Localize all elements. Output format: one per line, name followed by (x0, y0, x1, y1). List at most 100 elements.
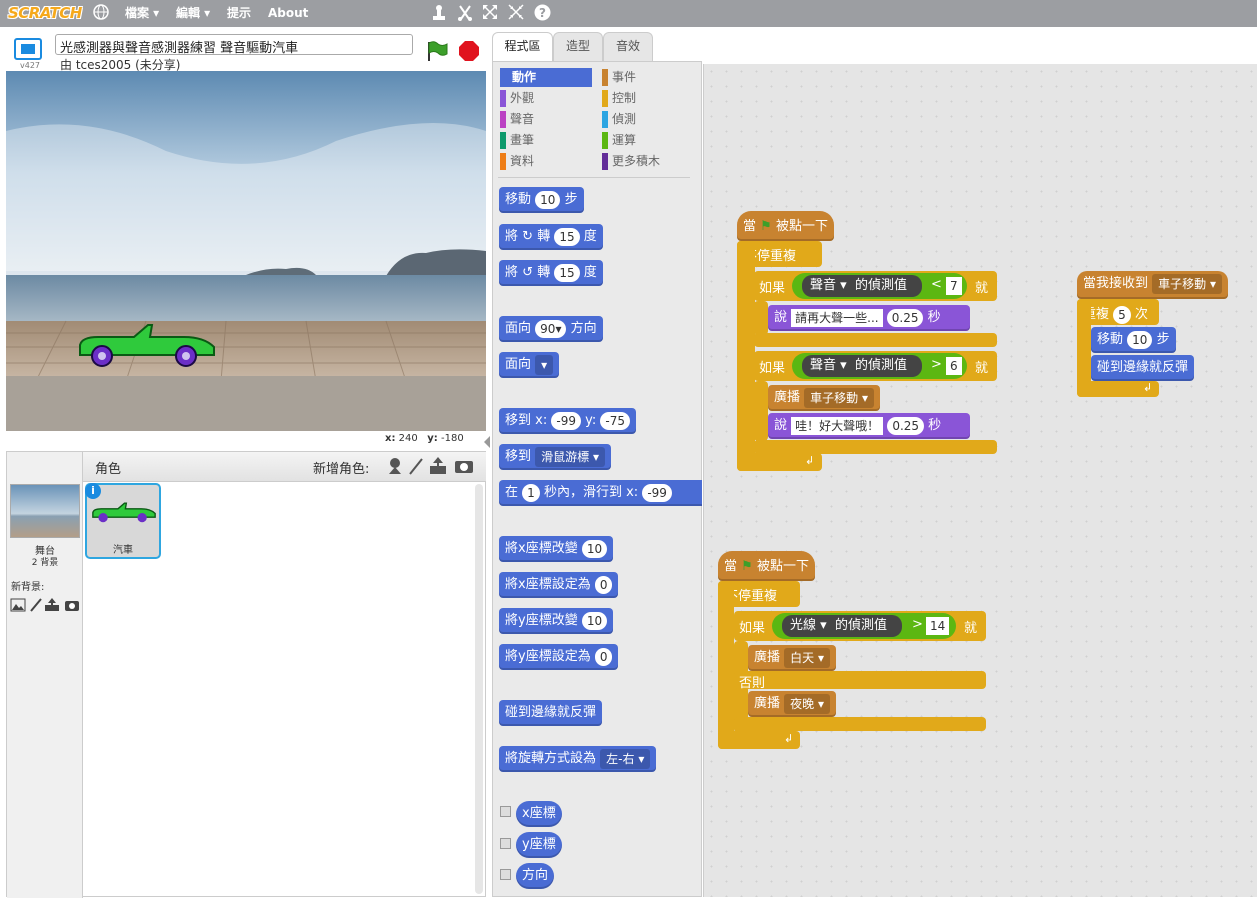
y-position-reporter[interactable]: y座標 (516, 832, 562, 858)
say-for-secs-block-2[interactable]: 說 哇！好大聲哦！ 0.25 秒 (768, 413, 970, 439)
rotation-style-block[interactable]: 將旋轉方式設為 左-右 ▾ (499, 746, 657, 772)
new-backdrop-label: 新背景: (11, 582, 45, 593)
category-looks[interactable]: 外觀 (500, 89, 592, 108)
duplicate-stamp-icon[interactable] (431, 4, 449, 22)
shrink-icon[interactable] (508, 4, 526, 22)
stage[interactable] (6, 71, 486, 431)
set-y-block[interactable]: 將y座標設定為 0 (499, 644, 619, 670)
category-control[interactable]: 控制 (602, 89, 694, 108)
upload-backdrop-icon[interactable] (44, 598, 60, 616)
category-sound[interactable]: 聲音 (500, 110, 592, 129)
if-foot-1 (754, 333, 997, 347)
delete-scissors-icon[interactable] (456, 4, 474, 22)
tab-sounds[interactable]: 音效 (603, 32, 653, 61)
info-icon[interactable]: i (85, 483, 101, 499)
if-arm-2 (754, 381, 768, 441)
paint-sprite-icon[interactable] (408, 456, 424, 480)
category-data[interactable]: 資料 (500, 152, 592, 171)
goto-mouse-block[interactable]: 移到 滑鼠游標 ▾ (499, 444, 612, 470)
palette-divider (498, 177, 690, 178)
point-direction-block[interactable]: 面向 90▾ 方向 (499, 316, 603, 342)
rotate-cw-icon: ↻ (522, 229, 534, 244)
version-label: v427 (20, 61, 41, 70)
sprite-name: 汽車 (113, 545, 133, 556)
scripts-area[interactable] (703, 64, 1257, 897)
broadcast-block-1[interactable]: 廣播 車子移動 ▾ (768, 385, 881, 411)
paint-backdrop-icon[interactable] (29, 598, 43, 616)
camera-backdrop-icon[interactable] (64, 598, 80, 616)
tips-menu[interactable]: 提示 (227, 0, 251, 27)
sprite-pane-header: 角色 新增角色: (83, 452, 486, 482)
turn-cw-block[interactable]: 將 ↻ 轉 15 度 (499, 224, 603, 250)
backdrop-count: 2 背景 (31, 558, 59, 568)
glide-block[interactable]: 在 1 秒內，滑行到 x: -99 (499, 480, 702, 506)
upload-sprite-icon[interactable] (429, 456, 447, 480)
camera-sprite-icon[interactable] (454, 457, 474, 479)
collapse-arrow-icon[interactable] (484, 436, 490, 448)
sprite-library-icon[interactable] (386, 456, 404, 480)
turn-ccw-block[interactable]: 將 ↺ 轉 15 度 (499, 260, 603, 286)
forever-arm-2 (718, 581, 734, 749)
when-flag-clicked-hat-2[interactable]: 當 ⚑ 被點一下 (718, 551, 815, 581)
category-operators[interactable]: 運算 (602, 131, 694, 150)
edit-menu[interactable]: 編輯 ▾ (176, 0, 210, 27)
car-sprite[interactable] (76, 323, 218, 369)
green-flag-icon[interactable] (426, 40, 450, 66)
move-steps-block-script[interactable]: 移動 10 步 (1091, 327, 1176, 353)
when-flag-clicked-hat-1[interactable]: 當 ⚑ 被點一下 (737, 211, 834, 241)
mouse-coords: x: 240 y: -180 (385, 433, 464, 444)
forever-foot-1: ↲ (737, 453, 822, 471)
say-for-secs-block-1[interactable]: 說 請再大聲一些... 0.25 秒 (768, 305, 970, 331)
sprite-pane: 舞台 2 背景 新背景: 角色 新增角色: 汽車 i (6, 451, 486, 898)
set-x-block[interactable]: 將x座標設定為 0 (499, 572, 619, 598)
if-else-block-light[interactable]: 如果 光線 ▾ 的偵測值 > 14 就 (734, 611, 986, 641)
green-flag-icon: ⚑ (760, 219, 772, 234)
goto-xy-block[interactable]: 移到 x: -99 y: -75 (499, 408, 637, 434)
stage-thumbnail[interactable] (10, 484, 80, 538)
sprite-tile-car[interactable]: 汽車 i (85, 483, 161, 559)
forever-foot-2: ↲ (718, 731, 800, 749)
if-foot-2 (754, 440, 997, 454)
grow-icon[interactable] (482, 4, 500, 22)
point-towards-block[interactable]: 面向 ▾ (499, 352, 560, 378)
xpos-checkbox[interactable] (500, 806, 511, 817)
beach-backdrop (6, 71, 486, 431)
about-menu[interactable]: About (268, 0, 308, 27)
when-i-receive-hat[interactable]: 當我接收到 車子移動 ▾ (1077, 271, 1229, 299)
category-events[interactable]: 事件 (602, 68, 694, 87)
backdrop-library-icon[interactable] (10, 598, 26, 616)
sprite-scrollbar[interactable] (475, 484, 483, 894)
project-title-input[interactable]: 光感測器與聲音感測器練習 聲音驅動汽車 (55, 34, 413, 56)
category-pen[interactable]: 畫筆 (500, 131, 592, 150)
move-steps-block[interactable]: 移動 10 步 (499, 187, 584, 213)
scratch-logo[interactable]: SCRATCH (8, 3, 82, 23)
category-more-blocks[interactable]: 更多積木 (602, 152, 694, 171)
help-icon[interactable]: ? (534, 4, 552, 22)
stop-icon[interactable] (458, 40, 480, 66)
if-else-foot (734, 717, 986, 731)
broadcast-day-block[interactable]: 廣播 白天 ▾ (748, 645, 837, 671)
fullscreen-button[interactable] (14, 38, 42, 60)
repeat-foot: ↲ (1077, 381, 1159, 397)
direction-checkbox[interactable] (500, 869, 511, 880)
tab-scripts[interactable]: 程式區 (492, 32, 553, 61)
broadcast-night-block[interactable]: 廣播 夜晚 ▾ (748, 691, 837, 717)
ypos-checkbox[interactable] (500, 838, 511, 849)
stage-column: 舞台 2 背景 新背景: (7, 452, 83, 898)
language-globe-icon[interactable] (93, 4, 111, 22)
if-block-sound-gt[interactable]: 如果 聲音 ▾ 的偵測值 > 6 就 (754, 351, 997, 381)
change-y-block[interactable]: 將y座標改變 10 (499, 608, 614, 634)
if-block-sound-lt[interactable]: 如果 聲音 ▾ 的偵測值 < 7 就 (754, 271, 997, 301)
category-sensing[interactable]: 偵測 (602, 110, 694, 129)
bounce-block[interactable]: 碰到邊緣就反彈 (499, 700, 603, 726)
sprites-heading: 角色 (95, 462, 122, 477)
bounce-block-script[interactable]: 碰到邊緣就反彈 (1091, 355, 1195, 381)
category-motion[interactable]: 動作 (500, 68, 592, 87)
x-position-reporter[interactable]: x座標 (516, 801, 562, 827)
new-sprite-label: 新增角色: (313, 462, 370, 477)
tab-costumes[interactable]: 造型 (553, 32, 603, 61)
if-arm-1 (754, 301, 768, 335)
change-x-block[interactable]: 將x座標改變 10 (499, 536, 614, 562)
direction-reporter[interactable]: 方向 (516, 863, 555, 889)
file-menu[interactable]: 檔案 ▾ (125, 0, 159, 27)
